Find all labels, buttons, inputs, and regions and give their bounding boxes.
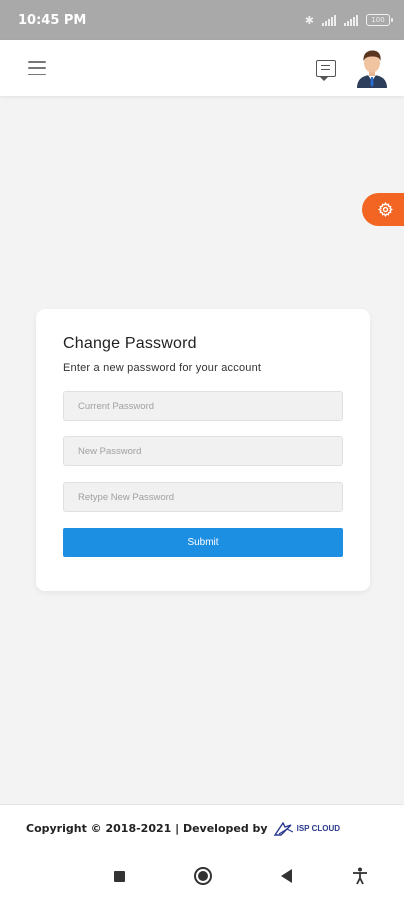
change-password-card: Change Password Enter a new password for… [36,309,370,591]
signal-icon [322,14,336,26]
footer: Copyright © 2018-2021 | Developed by ISP… [0,804,404,852]
accessibility-icon [353,867,367,885]
logo-text: ISP CLOUD [296,824,341,833]
back-button[interactable] [276,866,296,886]
card-subtitle: Enter a new password for your account [63,362,262,374]
user-avatar[interactable] [354,48,390,88]
accessibility-button[interactable] [350,866,370,886]
back-triangle-icon [280,869,292,883]
battery-level: 100 [371,16,385,24]
submit-button[interactable]: Submit [63,528,343,557]
recents-button[interactable] [109,866,129,886]
header-actions [316,48,390,88]
square-icon [113,870,125,882]
app-header [0,40,404,96]
home-circle-icon [194,867,212,885]
current-password-input[interactable] [63,391,343,421]
cloud-logo-icon [273,821,293,836]
bluetooth-icon: ✱ [304,13,314,27]
retype-password-input[interactable] [63,482,343,512]
signal-icon-2 [344,14,358,26]
battery-icon: 100 [366,14,393,26]
copyright-text: Copyright © 2018-2021 | Developed by [26,822,268,835]
card-title: Change Password [63,335,197,352]
settings-tab[interactable] [362,193,404,226]
isp-cloud-logo: ISP CLOUD [273,821,340,837]
gear-icon [377,202,393,217]
status-time: 10:45 PM [18,12,87,28]
status-icons: ✱ 100 [304,13,393,27]
new-password-input[interactable] [63,436,343,466]
status-bar: 10:45 PM ✱ 100 [0,0,404,40]
hamburger-menu-icon[interactable] [28,61,46,75]
chat-icon[interactable] [316,59,336,81]
home-button[interactable] [193,866,213,886]
android-nav-bar [0,852,404,900]
